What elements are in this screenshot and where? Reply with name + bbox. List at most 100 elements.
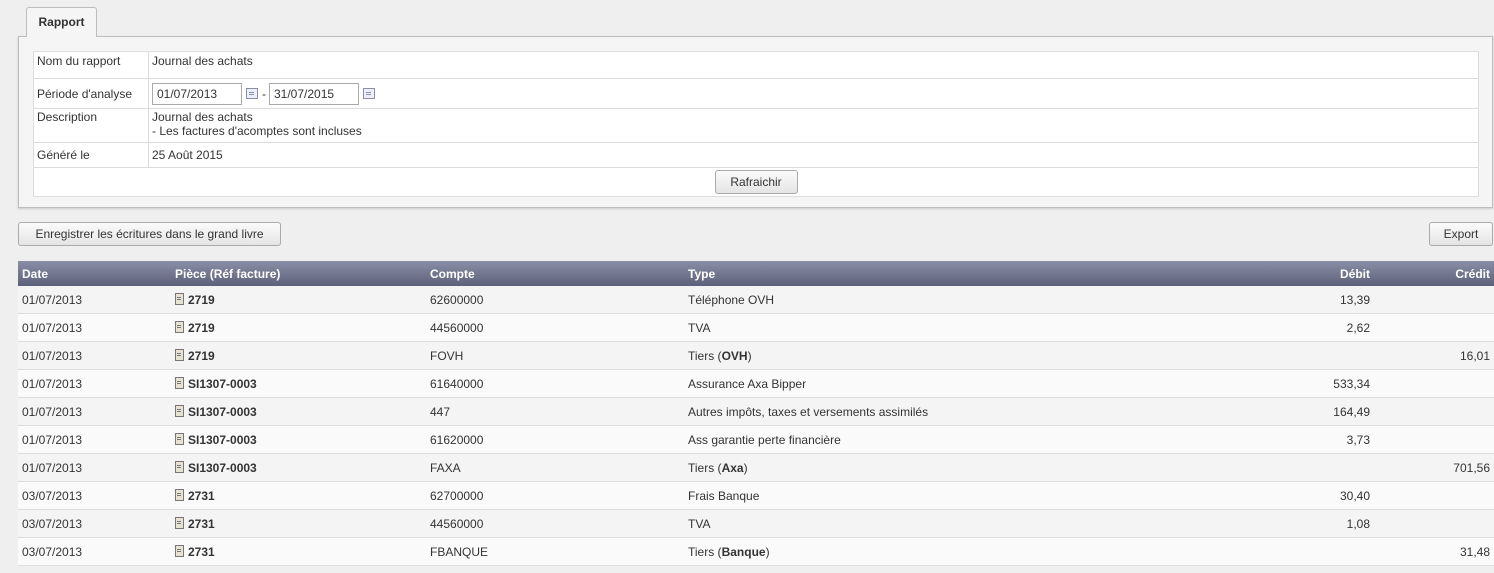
piece-cell: 2719 — [171, 341, 426, 370]
column-header-credit[interactable]: Crédit — [1374, 261, 1494, 286]
document-icon[interactable] — [175, 348, 184, 361]
table-row: 03/07/2013 2731 62700000 Frais Banque 30,40 — [18, 481, 1494, 510]
piece-link[interactable]: 2719 — [188, 293, 215, 307]
date-cell: 03/07/2013 — [18, 481, 171, 510]
date-cell: 01/07/2013 — [18, 313, 171, 342]
credit-cell: 31,48 — [1374, 537, 1494, 566]
date-cell: 01/07/2013 — [18, 425, 171, 454]
credit-cell — [1374, 509, 1494, 538]
document-icon[interactable] — [175, 376, 184, 389]
report-info-table: Nom du rapport Journal des achats Périod… — [33, 51, 1479, 197]
document-icon[interactable] — [175, 292, 184, 305]
journal-table: Date Pièce (Réf facture) Compte Type Déb… — [18, 261, 1494, 566]
credit-cell — [1374, 286, 1494, 314]
calendar-icon[interactable] — [246, 88, 258, 99]
table-row: 01/07/2013 SI1307-0003 FAXA Tiers (Axa) 701,… — [18, 453, 1494, 482]
date-separator: - — [262, 86, 266, 101]
piece-cell: 2719 — [171, 313, 426, 342]
piece-link[interactable]: SI1307-0003 — [188, 377, 257, 391]
compte-cell: 61620000 — [426, 425, 684, 454]
piece-link[interactable]: SI1307-0003 — [188, 405, 257, 419]
piece-cell: SI1307-0003 — [171, 425, 426, 454]
type-prefix: Tiers ( — [688, 460, 722, 475]
type-cell: Tiers (Banque) — [684, 537, 1184, 566]
report-name-value: Journal des achats — [148, 51, 1479, 79]
type-cell: Téléphone OVH — [684, 286, 1184, 314]
compte-cell: FAXA — [426, 453, 684, 482]
piece-cell: 2719 — [171, 286, 426, 314]
table-row: 01/07/2013 SI1307-0003 447 Autres impôts, t… — [18, 397, 1494, 426]
date-to-input[interactable]: 31/07/2015 — [269, 82, 359, 105]
debit-cell — [1184, 341, 1374, 370]
column-header-type[interactable]: Type — [684, 261, 1184, 286]
date-cell: 01/07/2013 — [18, 397, 171, 426]
piece-link[interactable]: 2719 — [188, 321, 215, 335]
piece-link[interactable]: 2719 — [188, 349, 215, 363]
document-icon[interactable] — [175, 516, 184, 529]
piece-cell: 2731 — [171, 509, 426, 538]
date-cell: 01/07/2013 — [18, 341, 171, 370]
debit-cell — [1184, 453, 1374, 482]
credit-cell — [1374, 481, 1494, 510]
type-cell: Assurance Axa Bipper — [684, 369, 1184, 398]
compte-cell: 44560000 — [426, 313, 684, 342]
save-to-ledger-button[interactable]: Enregistrer les écritures dans le grand … — [18, 222, 281, 246]
document-icon[interactable] — [175, 404, 184, 417]
date-cell: 03/07/2013 — [18, 537, 171, 566]
debit-cell: 13,39 — [1184, 286, 1374, 314]
description-line: - Les factures d'acomptes sont incluses — [152, 124, 362, 138]
piece-link[interactable]: SI1307-0003 — [188, 461, 257, 475]
table-row: 03/07/2013 2731 FBANQUE Tiers (Banque) 31,48 — [18, 537, 1494, 566]
tiers-name: Axa — [721, 460, 744, 475]
date-from-input[interactable]: 01/07/2013 — [152, 82, 242, 105]
generated-label: Généré le — [33, 142, 149, 168]
document-icon[interactable] — [175, 320, 184, 333]
credit-cell — [1374, 313, 1494, 342]
compte-cell: 62700000 — [426, 481, 684, 510]
table-row: 03/07/2013 2731 44560000 TVA 1,08 — [18, 509, 1494, 538]
credit-cell — [1374, 369, 1494, 398]
column-header-piece[interactable]: Pièce (Réf facture) — [171, 261, 426, 286]
compte-cell: FOVH — [426, 341, 684, 370]
tab-rapport[interactable]: Rapport — [26, 7, 97, 37]
piece-cell: 2731 — [171, 481, 426, 510]
type-suffix: ) — [747, 348, 752, 363]
compte-cell: 62600000 — [426, 286, 684, 314]
type-cell: Tiers (OVH) — [684, 341, 1184, 370]
date-cell: 03/07/2013 — [18, 509, 171, 538]
period-label: Période d'analyse — [33, 78, 149, 109]
calendar-icon[interactable] — [363, 88, 375, 99]
piece-link[interactable]: 2731 — [188, 517, 215, 531]
piece-link[interactable]: 2731 — [188, 545, 215, 559]
type-suffix: ) — [743, 460, 748, 475]
refresh-button[interactable]: Rafraichir — [714, 170, 798, 194]
report-name-label: Nom du rapport — [33, 51, 149, 79]
type-cell: TVA — [684, 509, 1184, 538]
piece-cell: SI1307-0003 — [171, 369, 426, 398]
piece-link[interactable]: 2731 — [188, 489, 215, 503]
column-header-debit[interactable]: Débit — [1184, 261, 1374, 286]
column-header-date[interactable]: Date — [18, 261, 171, 286]
document-icon[interactable] — [175, 432, 184, 445]
type-prefix: Tiers ( — [688, 544, 722, 559]
table-row: 01/07/2013 SI1307-0003 61620000 Ass garanti… — [18, 425, 1494, 454]
piece-cell: 2731 — [171, 537, 426, 566]
type-cell: Autres impôts, taxes et versements assim… — [684, 397, 1184, 426]
credit-cell: 16,01 — [1374, 341, 1494, 370]
export-button[interactable]: Export — [1429, 222, 1493, 246]
debit-cell: 2,62 — [1184, 313, 1374, 342]
type-suffix: ) — [765, 544, 770, 559]
piece-link[interactable]: SI1307-0003 — [188, 433, 257, 447]
table-row: 01/07/2013 2719 FOVH Tiers (OVH) 16,01 — [18, 341, 1494, 370]
document-icon[interactable] — [175, 544, 184, 557]
type-prefix: Tiers ( — [688, 348, 722, 363]
document-icon[interactable] — [175, 460, 184, 473]
compte-cell: 44560000 — [426, 509, 684, 538]
tiers-name: Banque — [721, 544, 766, 559]
credit-cell — [1374, 425, 1494, 454]
document-icon[interactable] — [175, 488, 184, 501]
piece-cell: SI1307-0003 — [171, 397, 426, 426]
column-header-compte[interactable]: Compte — [426, 261, 684, 286]
compte-cell: 61640000 — [426, 369, 684, 398]
credit-cell: 701,56 — [1374, 453, 1494, 482]
